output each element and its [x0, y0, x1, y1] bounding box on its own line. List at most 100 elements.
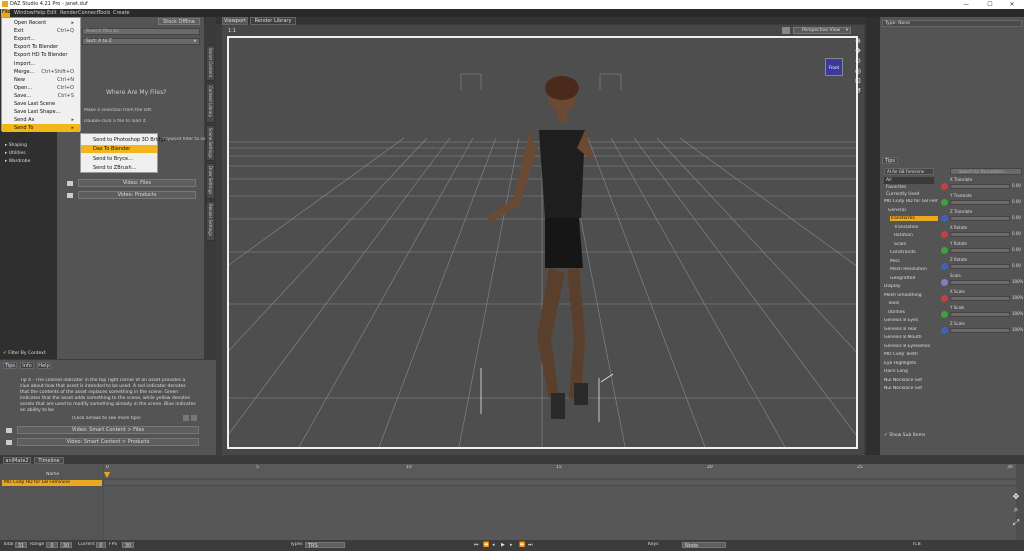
tab-viewport[interactable]: Viewport — [222, 17, 248, 25]
range-end-field[interactable]: 30 — [60, 542, 72, 549]
file-menu-item[interactable]: Save Last Scene — [2, 100, 80, 108]
frame-icon[interactable]: ⊡ — [854, 77, 862, 85]
sort-select[interactable]: Sort: A to Z ▾ — [82, 38, 200, 45]
parameter-icon[interactable] — [941, 215, 948, 222]
parameter-value[interactable]: 100% — [1012, 279, 1023, 284]
next-key-icon[interactable]: ⏩ — [519, 542, 526, 548]
tree-node[interactable]: Transforms — [890, 216, 938, 221]
search-input[interactable]: Search files by — [82, 28, 200, 35]
prev-tip-button[interactable] — [183, 415, 189, 421]
file-menu-item[interactable]: Export To Blender — [2, 43, 80, 51]
file-menu-item[interactable]: Merge... Ctrl+Shift+O — [2, 68, 80, 76]
parameter-value[interactable]: 0.00 — [1012, 263, 1021, 268]
next-tip-button[interactable] — [191, 415, 197, 421]
tree-node[interactable]: MO Cody Teeth — [884, 352, 938, 357]
cat-currently-used[interactable]: Currently Used — [884, 191, 934, 198]
stock-offline-button[interactable]: Stock Offline — [158, 18, 200, 25]
video-smart-products-button[interactable]: Video: Smart Content > Products — [17, 438, 199, 446]
file-menu-item[interactable]: Open Recent ▸ — [2, 19, 80, 27]
video-products-button[interactable]: Video: Products — [78, 191, 196, 199]
tab-scene-settings[interactable]: Scene Settings — [206, 125, 215, 161]
view-cube[interactable]: Front — [825, 58, 843, 76]
parameter-icon[interactable] — [941, 199, 948, 206]
tab-tips-right[interactable]: Tips — [882, 157, 898, 164]
prev-key-icon[interactable]: ⏪ — [483, 542, 490, 548]
reset-icon[interactable]: ↺ — [854, 87, 862, 95]
dolly-icon[interactable]: ◎ — [854, 67, 862, 75]
maximize-button[interactable]: ☐ — [980, 0, 1000, 9]
file-menu-item[interactable]: Export... — [2, 35, 80, 43]
tab-animate2[interactable]: aniMate2 — [3, 457, 31, 464]
prev-frame-icon[interactable]: ◂ — [492, 542, 499, 548]
pan-icon[interactable]: ✥ — [854, 47, 862, 55]
parameter-slider[interactable] — [950, 264, 1010, 269]
figure-select[interactable]: AI for G8 Feminine — [884, 168, 934, 175]
tree-node[interactable]: Constraints — [890, 250, 938, 255]
parameter-slider[interactable] — [950, 296, 1010, 301]
parameter-slider[interactable] — [950, 312, 1010, 317]
file-menu-item[interactable]: New Ctrl+N — [2, 76, 80, 84]
file-menu-item[interactable]: Exit Ctrl+Q — [2, 27, 80, 35]
parameter-value[interactable]: 100% — [1012, 295, 1023, 300]
tree-item-wardrobe[interactable]: ▸ Wardrobe — [5, 159, 30, 164]
tree-node[interactable]: Translation — [894, 225, 938, 230]
tree-node[interactable]: Hairs Long — [884, 369, 938, 374]
parameter-icon[interactable] — [941, 279, 948, 286]
parameter-value[interactable]: 0.00 — [1012, 199, 1021, 204]
show-sub-items[interactable]: ✔ Show Sub Items — [884, 433, 925, 438]
parameter-icon[interactable] — [941, 263, 948, 270]
parameter-icon[interactable] — [941, 295, 948, 302]
fps-field[interactable]: 30 — [122, 542, 134, 549]
parameter-icon[interactable] — [941, 231, 948, 238]
parameter-value[interactable]: 100% — [1012, 311, 1023, 316]
tree-node[interactable]: Mesh Smoothing — [884, 293, 938, 298]
parameter-value[interactable]: 0.00 — [1012, 231, 1021, 236]
menu-item-daz-to-blender[interactable]: Daz To Blender — [81, 145, 157, 153]
tab-tips[interactable]: Tips — [3, 362, 17, 369]
menu-window[interactable]: Window — [14, 10, 34, 16]
tree-node[interactable]: Scale — [894, 242, 938, 247]
menu-edit[interactable]: Edit — [47, 10, 57, 16]
cat-all[interactable]: All — [884, 177, 934, 184]
viewport-canvas[interactable]: Front — [227, 36, 858, 449]
range-start-field[interactable]: 0 — [46, 542, 58, 549]
parameter-slider[interactable] — [950, 232, 1010, 237]
tree-node[interactable]: Mesh Resolution — [890, 267, 938, 272]
viewport[interactable]: 1:1 Perspective View ▾ Front ⊕ ✥ ⊙ ◎ ⊡ ↺ — [222, 25, 864, 455]
tab-draw-settings[interactable]: Draw Settings — [206, 163, 215, 199]
parameter-value[interactable]: 100% — [1012, 327, 1023, 332]
tab-content-library[interactable]: Content Library — [206, 83, 215, 123]
file-menu-item[interactable]: Send As ▸ — [2, 116, 80, 124]
types-select[interactable]: TRS — [305, 542, 345, 549]
file-menu-item[interactable]: Export HD To Blender — [2, 51, 80, 59]
menu-help[interactable]: Help — [34, 10, 45, 16]
rotate-icon[interactable]: ⊕ — [854, 37, 862, 45]
fit-icon[interactable]: ⤢ — [1011, 518, 1021, 527]
tree-node[interactable]: Nui Necklace Set — [884, 378, 938, 383]
zoom-icon[interactable]: ⌕ — [1011, 505, 1021, 514]
zoom-icon[interactable]: ⊙ — [854, 57, 862, 65]
parameter-icon[interactable] — [941, 247, 948, 254]
tab-render-library[interactable]: Render Library — [250, 17, 296, 25]
parameter-search-input[interactable]: Search for Parameters... — [950, 168, 1022, 175]
current-field[interactable]: 0 — [96, 542, 106, 549]
tree-node[interactable]: Display — [884, 284, 938, 289]
next-frame-icon[interactable]: ▸ — [510, 542, 517, 548]
viewport-options-icon[interactable] — [782, 27, 790, 34]
tab-timeline[interactable]: Timeline — [34, 457, 64, 464]
tree-node[interactable]: Genesis 8 Eyes — [884, 318, 938, 323]
tab-smart-content[interactable]: Smart Content — [206, 45, 215, 81]
menu-create[interactable]: Create — [113, 10, 130, 16]
menu-connect[interactable]: Connect — [78, 10, 99, 16]
minimize-button[interactable]: — — [956, 0, 976, 9]
tree-node[interactable]: Rotation — [894, 233, 938, 238]
parameter-slider[interactable] — [950, 216, 1010, 221]
menu-item-bryce[interactable]: Send to Bryce... — [81, 155, 157, 163]
menu-item-photoshop[interactable]: Send to Photoshop 3D Bridge — [81, 136, 167, 144]
tree-node[interactable]: Utilities — [888, 310, 938, 315]
menu-tools[interactable]: Tools — [98, 10, 110, 16]
parameter-icon[interactable] — [941, 311, 948, 318]
parameter-icon[interactable] — [941, 327, 948, 334]
timeline-ruler[interactable]: 0 5 10 15 20 25 30 — [104, 464, 1016, 478]
parameter-icon[interactable] — [941, 183, 948, 190]
